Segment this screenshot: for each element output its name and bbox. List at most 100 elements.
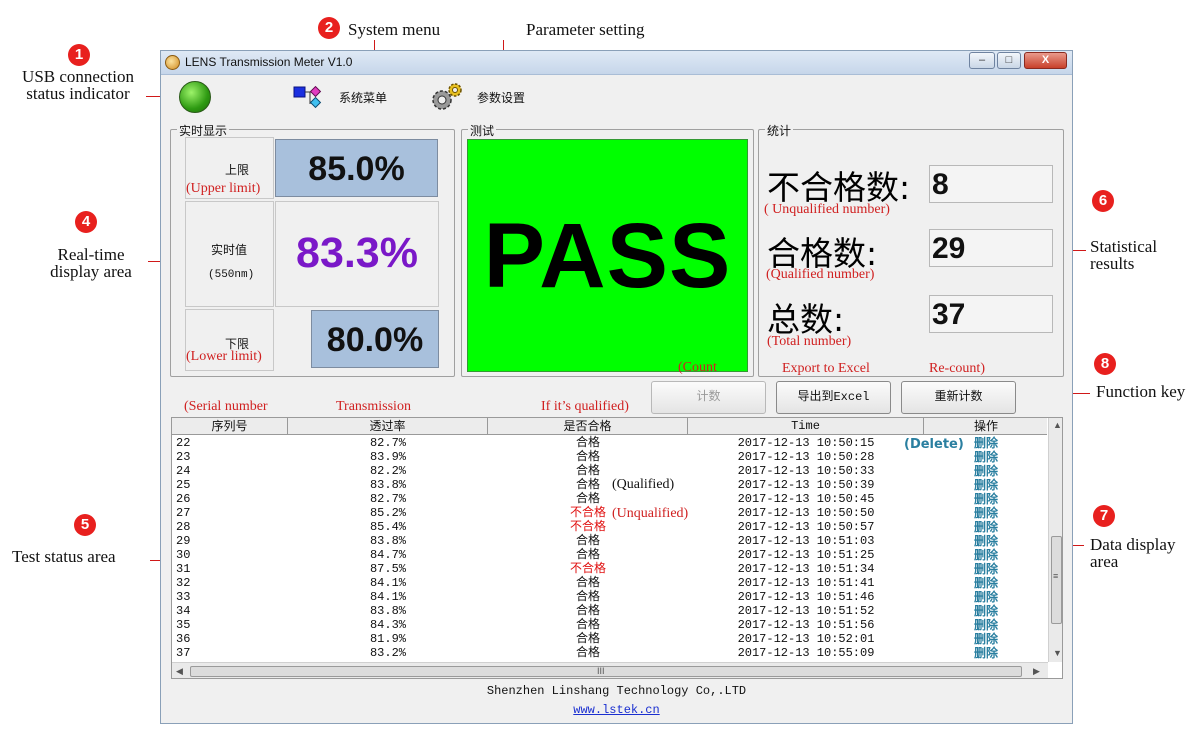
- cell-qualified: 合格: [575, 618, 600, 632]
- table-row[interactable]: 27 85.2% 不合格 2017-12-13 10:50:50 删除: [172, 506, 1047, 520]
- cell-serial: 34: [176, 604, 191, 618]
- cell-serial: 30: [176, 548, 191, 562]
- close-button[interactable]: X: [1024, 52, 1067, 69]
- delete-button[interactable]: 删除: [924, 492, 1048, 506]
- table-row[interactable]: 28 85.4% 不合格 2017-12-13 10:50:57 删除: [172, 520, 1047, 534]
- parameter-setting-label[interactable]: 参数设置: [477, 89, 525, 106]
- cell-transmission: 84.3%: [369, 618, 406, 632]
- delete-button[interactable]: 删除: [924, 562, 1048, 576]
- vertical-scrollbar[interactable]: ▲ ≡ ▼: [1048, 418, 1062, 662]
- note-unqualified-number: ( Unqualified number): [764, 202, 890, 217]
- note-lower-limit: (Lower limit): [186, 349, 262, 364]
- table-header: 序列号 透过率 是否合格 Time 操作: [172, 418, 1047, 435]
- upper-limit-label: 上限: [225, 163, 250, 177]
- horizontal-grip-icon: III: [597, 666, 605, 676]
- cell-qualified: 合格: [575, 576, 600, 590]
- table-row[interactable]: 25 83.8% 合格 2017-12-13 10:50:39 删除: [172, 478, 1047, 492]
- cell-serial: 35: [176, 618, 191, 632]
- export-excel-button[interactable]: 导出到Excel: [776, 381, 891, 414]
- cell-qualified: 合格: [575, 646, 600, 660]
- cell-qualified: 合格: [575, 604, 600, 618]
- horizontal-scroll-thumb[interactable]: III: [190, 666, 1022, 677]
- cell-qualified: 合格: [575, 450, 600, 464]
- scroll-down-icon[interactable]: ▼: [1053, 648, 1062, 658]
- cell-qualified: 不合格: [569, 520, 606, 534]
- table-row[interactable]: 29 83.8% 合格 2017-12-13 10:51:03 删除: [172, 534, 1047, 548]
- realtime-value: 83.3%: [296, 229, 418, 277]
- table-row[interactable]: 26 82.7% 合格 2017-12-13 10:50:45 删除: [172, 492, 1047, 506]
- horizontal-scrollbar[interactable]: ◀ III ▶: [172, 662, 1048, 678]
- delete-button[interactable]: 删除: [924, 604, 1048, 618]
- recount-button[interactable]: 重新计数: [901, 381, 1016, 414]
- delete-button[interactable]: 删除: [924, 576, 1048, 590]
- column-header-action[interactable]: 操作: [924, 418, 1048, 435]
- table-row[interactable]: 24 82.2% 合格 2017-12-13 10:50:33 删除: [172, 464, 1047, 478]
- cell-qualified: 不合格: [569, 562, 606, 576]
- delete-button[interactable]: 删除: [924, 590, 1048, 604]
- cell-transmission: 84.7%: [369, 548, 406, 562]
- cell-serial: 22: [176, 436, 191, 450]
- lower-limit-value: 80.0%: [311, 310, 439, 368]
- cell-transmission: 83.8%: [369, 534, 406, 548]
- delete-button[interactable]: 删除: [924, 618, 1048, 632]
- cell-transmission: 82.2%: [369, 464, 406, 478]
- delete-button[interactable]: 删除: [924, 548, 1048, 562]
- system-menu-label[interactable]: 系统菜单: [339, 89, 387, 106]
- cell-time: 2017-12-13 10:51:52: [737, 604, 875, 618]
- cell-serial: 28: [176, 520, 191, 534]
- delete-button[interactable]: 删除: [924, 534, 1048, 548]
- delete-button[interactable]: 删除: [924, 478, 1048, 492]
- scroll-up-icon[interactable]: ▲: [1053, 420, 1062, 430]
- upper-limit-value: 85.0%: [275, 139, 438, 197]
- vertical-scroll-thumb[interactable]: ≡: [1051, 536, 1062, 624]
- system-menu-icon[interactable]: [293, 85, 325, 111]
- title-bar[interactable]: LENS Transmission Meter V1.0 – □ X: [161, 51, 1072, 75]
- column-header-serial[interactable]: 序列号: [172, 418, 288, 435]
- delete-button[interactable]: 删除: [924, 506, 1048, 520]
- annotation-data-display: Data display area: [1090, 535, 1176, 571]
- usb-status-led-icon: [179, 81, 211, 113]
- count-button[interactable]: 计数: [651, 381, 766, 414]
- table-row[interactable]: 30 84.7% 合格 2017-12-13 10:51:25 删除: [172, 548, 1047, 562]
- table-row[interactable]: 35 84.3% 合格 2017-12-13 10:51:56 删除: [172, 618, 1047, 632]
- cell-transmission: 83.8%: [369, 604, 406, 618]
- scroll-right-icon[interactable]: ▶: [1033, 666, 1040, 677]
- table-row[interactable]: 32 84.1% 合格 2017-12-13 10:51:41 删除: [172, 576, 1047, 590]
- scroll-left-icon[interactable]: ◀: [176, 666, 183, 677]
- delete-button[interactable]: 删除: [924, 646, 1048, 660]
- maximize-button[interactable]: □: [997, 52, 1021, 69]
- cell-serial: 37: [176, 646, 191, 660]
- cell-time: 2017-12-13 10:51:34: [737, 562, 875, 576]
- badge-1: 1: [68, 44, 90, 66]
- note-qualified: (Qualified): [612, 477, 675, 492]
- table-row[interactable]: 36 81.9% 合格 2017-12-13 10:52:01 删除: [172, 632, 1047, 646]
- minimize-button[interactable]: –: [969, 52, 995, 69]
- cell-time: 2017-12-13 10:51:03: [737, 534, 875, 548]
- cell-transmission: 87.5%: [369, 562, 406, 576]
- cell-qualified: 合格: [575, 492, 600, 506]
- delete-button[interactable]: 删除: [924, 632, 1048, 646]
- table-row[interactable]: 23 83.9% 合格 2017-12-13 10:50:28 删除: [172, 450, 1047, 464]
- delete-button[interactable]: 删除: [924, 520, 1048, 534]
- note-total-number: (Total number): [767, 334, 852, 349]
- table-row[interactable]: 34 83.8% 合格 2017-12-13 10:51:52 删除: [172, 604, 1047, 618]
- gear-icon[interactable]: [429, 81, 465, 113]
- annotation-parameter-setting: Parameter setting: [526, 20, 645, 39]
- note-if-qualified: If it’s qualified): [541, 399, 629, 414]
- cell-time: 2017-12-13 10:55:09: [737, 646, 875, 660]
- test-group-title: 测试: [468, 122, 497, 139]
- table-row[interactable]: 31 87.5% 不合格 2017-12-13 10:51:34 删除: [172, 562, 1047, 576]
- column-header-time[interactable]: Time: [688, 418, 924, 435]
- column-header-transmission[interactable]: 透过率: [288, 418, 488, 435]
- annotation-stats: Statistical results: [1090, 237, 1158, 273]
- delete-button[interactable]: 删除: [924, 464, 1048, 478]
- badge-5: 5: [74, 514, 96, 536]
- cell-serial: 25: [176, 478, 191, 492]
- data-table[interactable]: 序列号 透过率 是否合格 Time 操作 22 82.7% 合格 2017-12-13…: [171, 417, 1063, 679]
- footer-url-link[interactable]: www.lstek.cn: [573, 703, 659, 717]
- cell-serial: 33: [176, 590, 191, 604]
- table-row[interactable]: 33 84.1% 合格 2017-12-13 10:51:46 删除: [172, 590, 1047, 604]
- table-row[interactable]: 37 83.2% 合格 2017-12-13 10:55:09 删除: [172, 646, 1047, 660]
- column-header-qualified[interactable]: 是否合格: [488, 418, 688, 435]
- delete-button[interactable]: 删除: [924, 450, 1048, 464]
